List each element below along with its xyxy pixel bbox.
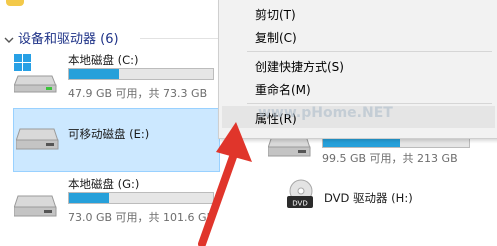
drive-c-usage-fill [69, 69, 120, 79]
menu-item-create-shortcut[interactable]: 创建快捷方式(S) [255, 58, 344, 75]
drive-icon [15, 127, 60, 157]
drive-g-usage-fill [69, 193, 110, 203]
menu-item-cut[interactable]: 剪切(T) [255, 6, 296, 23]
drive-c-usage-bar [68, 68, 214, 80]
menu-separator [247, 103, 492, 104]
drive-c-usage: 47.9 GB 可用，共 73.3 GB [68, 87, 208, 100]
partial-icon [6, 0, 24, 6]
menu-item-copy[interactable]: 复制(C) [255, 29, 297, 46]
drive-icon [13, 194, 58, 224]
drive-c-label: 本地磁盘 (C:) [68, 53, 139, 67]
red-arrow-annotation [198, 122, 252, 246]
drive-h-label: DVD 驱动器 (H:) [324, 191, 413, 205]
watermark: www.pHome.NET [258, 105, 393, 121]
drive-e-label: 可移动磁盘 (E:) [68, 127, 150, 141]
drive-c[interactable]: 本地磁盘 (C:) 47.9 GB 可用，共 73.3 GB [13, 50, 214, 100]
menu-item-rename[interactable]: 重命名(M) [255, 81, 311, 98]
drive-right-usage: 99.5 GB 可用，共 213 GB [322, 152, 458, 165]
drive-h-dvd[interactable]: DVD DVD 驱动器 (H:) [284, 178, 484, 218]
group-divider [140, 38, 220, 39]
svg-text:DVD: DVD [292, 200, 307, 208]
group-title: 设备和驱动器 (6) [18, 32, 119, 47]
windows-drive-icon [13, 54, 58, 98]
drive-g-label: 本地磁盘 (G:) [68, 177, 140, 191]
dvd-icon: DVD [284, 178, 318, 216]
group-header[interactable]: 设备和驱动器 (6) [4, 28, 214, 47]
chevron-down-icon [4, 30, 14, 43]
menu-separator [247, 51, 492, 52]
